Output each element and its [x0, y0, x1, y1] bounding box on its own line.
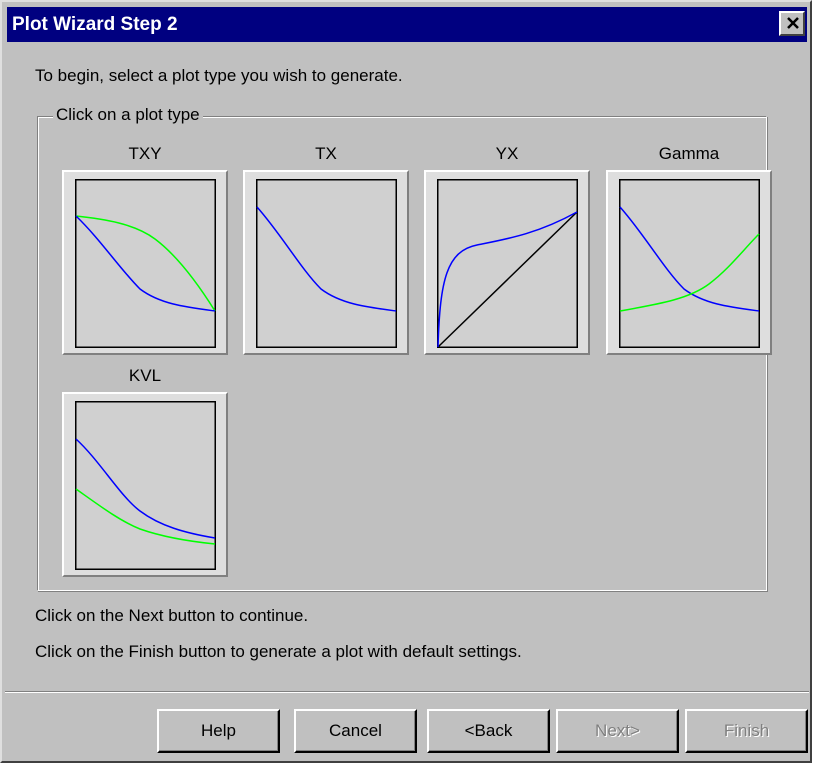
tx-plot-label: TX: [315, 144, 337, 163]
tx-plot-icon: [256, 179, 397, 348]
kvl-plot-label: KVL: [128, 366, 162, 385]
window-title: Plot Wizard Step 2: [12, 14, 178, 35]
kvl-plot-icon: [75, 401, 216, 570]
plot-wizard-dialog: Plot Wizard Step 2 To begin, select a pl…: [0, 0, 812, 763]
gamma-plot-option[interactable]: [606, 170, 772, 355]
yx-plot-label: YX: [495, 144, 519, 163]
back-button[interactable]: <Back: [427, 709, 550, 753]
help-button[interactable]: Help: [157, 709, 280, 753]
yx-plot-option[interactable]: [424, 170, 590, 355]
txy-plot-label: TXY: [128, 144, 162, 163]
intro-text: To begin, select a plot type you wish to…: [35, 66, 403, 85]
yx-plot-icon: [437, 179, 578, 348]
txy-plot-icon: [75, 179, 216, 348]
finish-button[interactable]: Finish: [685, 709, 808, 753]
kvl-plot-option[interactable]: [62, 392, 228, 577]
finish-hint-text: Click on the Finish button to generate a…: [35, 642, 522, 661]
close-icon: [787, 17, 799, 29]
close-button[interactable]: [779, 11, 805, 36]
txy-plot-option[interactable]: [62, 170, 228, 355]
next-hint-text: Click on the Next button to continue.: [35, 606, 309, 625]
title-bar: Plot Wizard Step 2: [7, 7, 807, 42]
cancel-button[interactable]: Cancel: [294, 709, 417, 753]
plot-type-group-legend: Click on a plot type: [53, 105, 203, 125]
gamma-plot-icon: [619, 179, 760, 348]
button-separator: [5, 691, 809, 693]
gamma-plot-label: Gamma: [658, 144, 720, 163]
tx-plot-option[interactable]: [243, 170, 409, 355]
next-button[interactable]: Next>: [556, 709, 679, 753]
